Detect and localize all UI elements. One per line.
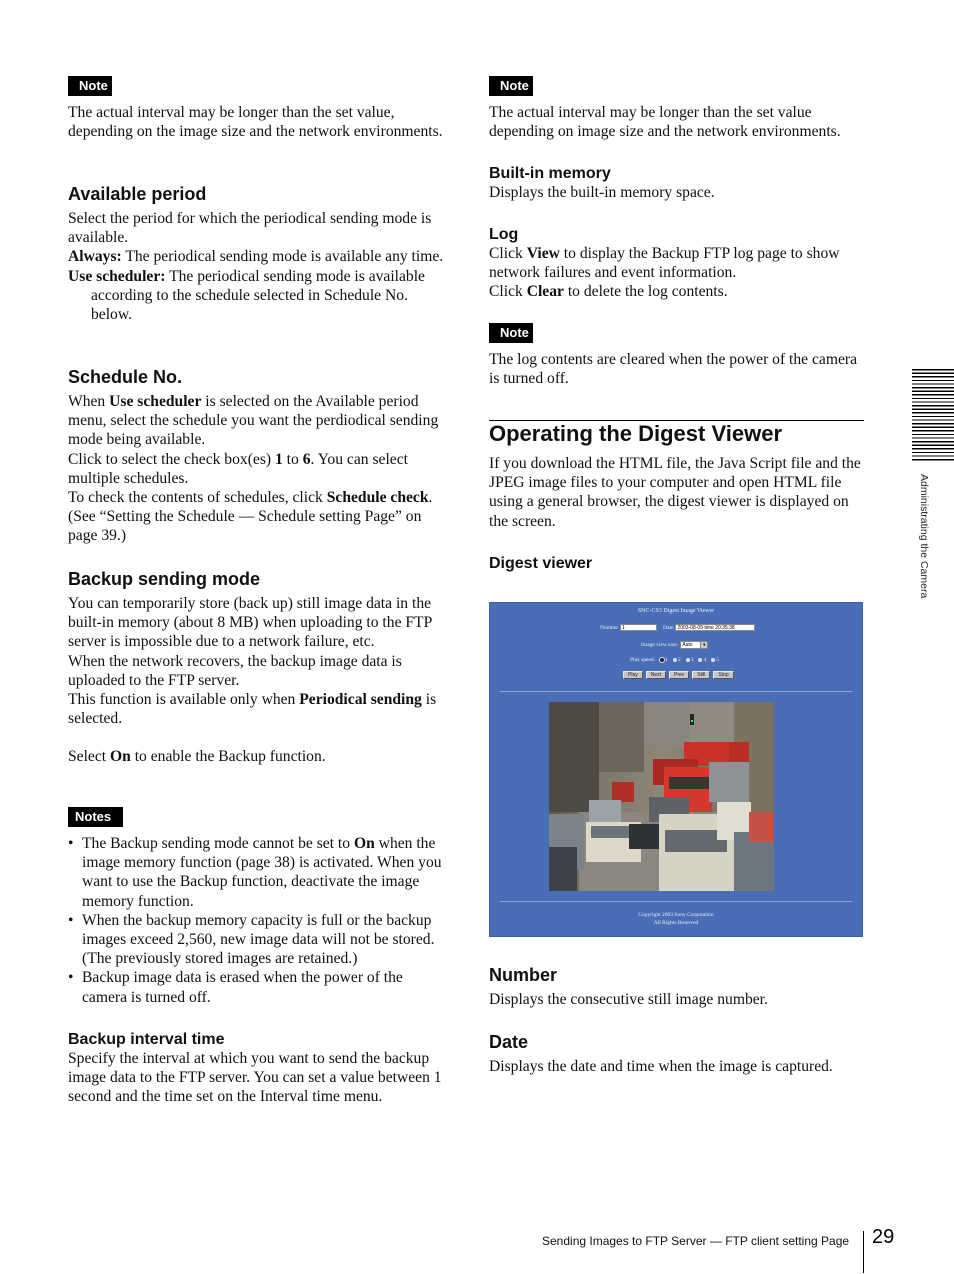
viewer-still-button[interactable]: Still — [692, 671, 711, 679]
schedule-no-body: When Use scheduler is selected on the Av… — [68, 392, 446, 546]
viewer-play-button[interactable]: Play — [623, 671, 643, 679]
viewer-date-field[interactable]: 2003-08-05 time 20:35:38 — [675, 624, 756, 631]
page-number: 29 — [872, 1226, 895, 1248]
heading-backup-interval-time: Backup interval time — [68, 1031, 225, 1048]
schedule-p2: Click to select the check box(es) 1 to 6… — [68, 450, 408, 487]
viewer-copyright-line: All Rights Reserved — [653, 920, 699, 926]
radio-dot-icon — [685, 658, 690, 662]
viewer-divider — [500, 691, 852, 692]
notes-list: The Backup sending mode cannot be set to… — [68, 834, 448, 1007]
section-title: Operating the Digest Viewer — [489, 421, 783, 446]
heading-backup-sending-mode: Backup sending mode — [68, 569, 261, 589]
note-tag: Note — [68, 76, 112, 96]
available-period-body: Select the period for which the periodic… — [68, 209, 446, 324]
radio-dot-icon — [698, 658, 703, 662]
built-in-memory-text: Displays the built-in memory space. — [489, 184, 715, 201]
viewer-play-speed-row: Play speed: 1 2 3 4 5 — [630, 657, 722, 663]
viewer-play-speed-radio[interactable]: 5 — [711, 657, 719, 663]
backup-p2: When the network recovers, the backup im… — [68, 652, 402, 689]
viewer-view-size-row: Image view size: Auto ▼ — [641, 641, 709, 649]
schedule-p1: When Use scheduler is selected on the Av… — [68, 393, 439, 449]
scheduler-item: Use scheduler: The periodical sending mo… — [68, 267, 446, 325]
note-text: The actual interval may be longer than t… — [489, 104, 841, 141]
viewer-play-speed-radio[interactable]: 1 — [660, 657, 668, 663]
always-label: Always: — [68, 248, 122, 266]
viewer-next-button[interactable]: Next — [645, 671, 667, 679]
heading-log: Log — [489, 226, 519, 243]
backup-mode-body: You can temporarily store (back up) stil… — [68, 594, 446, 767]
date-text: Displays the date and time when the imag… — [489, 1058, 833, 1075]
schedule-p3: To check the contents of schedules, clic… — [68, 489, 433, 545]
radio-dot-icon — [711, 658, 716, 662]
log-p1: Click View to display the Backup FTP log… — [489, 245, 840, 282]
viewer-play-speed-radio[interactable]: 4 — [698, 657, 706, 663]
digest-viewer-screenshot: SNC-CS3 Digest Image Viewer Number 1 Dat… — [489, 602, 863, 937]
radio-dot-icon — [660, 658, 665, 662]
viewer-number-date-row: Number 1 Date 2003-08-05 time 20:35:38 — [600, 624, 756, 631]
viewer-copyright-line: Copyright 2003 Sony Corporation — [638, 912, 714, 918]
number-text: Displays the consecutive still image num… — [489, 991, 768, 1008]
chevron-down-icon: ▼ — [700, 642, 708, 648]
heading-available-period: Available period — [68, 184, 207, 204]
notes-item: The Backup sending mode cannot be set to… — [68, 834, 448, 911]
viewer-play-speed-radio[interactable]: 3 — [685, 657, 694, 663]
running-footer-title: Sending Images to FTP Server — FTP clien… — [542, 1234, 850, 1248]
note-tag: Note — [489, 323, 533, 343]
radio-dot-icon — [672, 658, 677, 662]
viewer-stop-button[interactable]: Stop — [713, 671, 734, 679]
backup-p3: This function is available only when Per… — [68, 691, 437, 728]
viewer-view-size-select[interactable]: Auto ▼ — [680, 641, 709, 649]
always-item: Always: The periodical sending mode is a… — [68, 247, 446, 266]
viewer-number-field[interactable]: 1 — [620, 624, 658, 631]
note-text: The log contents are cleared when the po… — [489, 351, 858, 388]
viewer-prev-button[interactable]: Prev — [669, 671, 690, 679]
viewer-title: SNC-CS3 Digest Image Viewer — [637, 608, 715, 614]
viewer-play-speed-value: 4 — [703, 657, 707, 663]
heading-digest-viewer: Digest viewer — [489, 555, 593, 572]
viewer-number-label: Number — [600, 624, 619, 631]
viewer-date-label: Date — [663, 624, 674, 631]
chapter-thumb-tab — [912, 369, 954, 461]
viewer-divider — [500, 901, 852, 902]
viewer-copyright: Copyright 2003 Sony Corporation All Righ… — [490, 911, 862, 927]
viewer-play-speed-radio[interactable]: 2 — [672, 657, 681, 663]
viewer-play-speed-value: 3 — [690, 657, 694, 663]
scheduler-label: Use scheduler: — [68, 267, 166, 285]
available-period-intro: Select the period for which the periodic… — [68, 210, 432, 247]
heading-built-in-memory: Built-in memory — [489, 165, 611, 182]
viewer-play-speed-label: Play speed: — [630, 657, 656, 663]
viewer-play-speed-value: 2 — [677, 657, 681, 663]
notes-tag: Notes — [68, 807, 123, 827]
viewer-play-speed-value: 1 — [665, 657, 668, 663]
backup-p1: You can temporarily store (back up) stil… — [68, 595, 432, 651]
heading-schedule-no: Schedule No. — [68, 367, 183, 387]
viewer-view-size-label: Image view size: — [641, 642, 679, 648]
backup-p4: Select On to enable the Backup function. — [68, 748, 326, 766]
heading-number: Number — [489, 965, 558, 985]
section-intro: If you download the HTML file, the Java … — [489, 455, 861, 530]
notes-item: Backup image data is erased when the pow… — [68, 968, 448, 1006]
viewer-play-speed-value: 5 — [716, 657, 719, 663]
log-p2: Click Clear to delete the log contents. — [489, 283, 728, 301]
always-text: The periodical sending mode is available… — [121, 248, 444, 266]
note-text: The actual interval may be longer than t… — [68, 104, 443, 141]
note-tag: Note — [489, 76, 533, 96]
viewer-button-row: Play Next Prev Still Stop — [623, 671, 734, 679]
chapter-side-label: Administrating the Camera — [918, 474, 930, 599]
viewer-view-size-value: Auto — [682, 642, 693, 648]
street-traffic-photo — [549, 702, 774, 891]
log-body: Click View to display the Backup FTP log… — [489, 244, 867, 302]
notes-item: When the backup memory capacity is full … — [68, 911, 448, 969]
footer-divider — [863, 1231, 864, 1273]
backup-interval-text: Specify the interval at which you want t… — [68, 1050, 442, 1106]
heading-date: Date — [489, 1032, 529, 1052]
